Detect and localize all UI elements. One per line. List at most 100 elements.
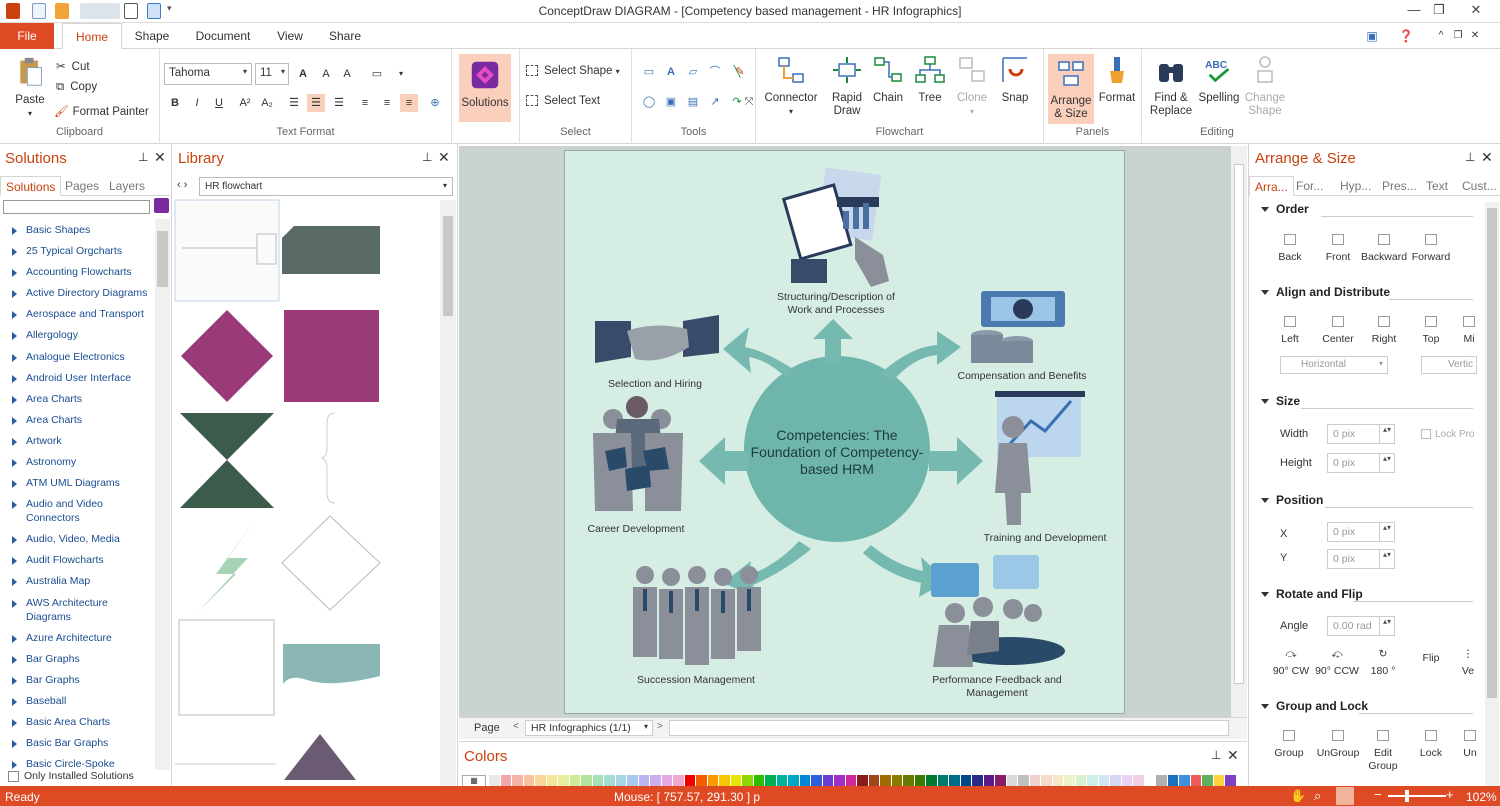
format-button[interactable]: Format (1096, 55, 1138, 105)
scrollbar-thumb[interactable] (443, 216, 453, 316)
maximize-button[interactable]: ❐ (1425, 2, 1453, 20)
pin-icon[interactable]: ⊥ (1211, 748, 1221, 762)
close-panel-icon[interactable]: ✕ (438, 149, 450, 166)
list-item[interactable]: Aerospace and Transport (0, 307, 155, 328)
group-button[interactable]: Group (1265, 730, 1313, 760)
list-item[interactable]: AWS Architecture Diagrams (0, 596, 115, 631)
list-item[interactable]: Area Charts (0, 413, 155, 434)
list-item[interactable]: Active Directory Diagrams (0, 286, 155, 307)
options-icon[interactable]: ▣ (1364, 23, 1380, 49)
solutions-search-input[interactable] (3, 200, 150, 214)
align-bottom-icon[interactable]: ≡ (400, 94, 418, 112)
unlock-button[interactable]: Un (1457, 730, 1483, 760)
list-item[interactable]: Australia Map (0, 574, 155, 595)
image-tool-icon[interactable]: ▣ (662, 93, 680, 111)
paste-button[interactable]: Paste ▾ (10, 57, 50, 120)
list-item[interactable]: 25 Typical Orgcharts (0, 244, 155, 265)
connector-button[interactable]: Connector ▾ (760, 55, 822, 118)
italic-icon[interactable]: I (188, 94, 206, 112)
scrollbar-thumb[interactable] (1487, 208, 1497, 698)
superscript-icon[interactable]: A² (236, 94, 254, 112)
list-item[interactable]: Bar Graphs (0, 652, 155, 673)
flip-button[interactable]: Flip (1407, 652, 1455, 665)
page-prev-icon[interactable]: < (513, 721, 519, 732)
arrange-scrollbar[interactable] (1485, 202, 1499, 786)
close-doc-icon[interactable]: ✕ (1468, 23, 1482, 49)
tab-view[interactable]: View (268, 23, 312, 49)
rotate-ccw-button[interactable]: ⤽ 90° CCW (1313, 648, 1361, 678)
bold-icon[interactable]: B (166, 94, 184, 112)
polyline-tool-icon[interactable]: ⌒ (706, 63, 724, 81)
callout-tool-icon[interactable]: ▱ (684, 63, 702, 81)
tab-home[interactable]: Home (62, 23, 122, 49)
spelling-button[interactable]: ABC Spelling (1196, 55, 1242, 105)
pan-hand-icon[interactable]: ✋ (1290, 788, 1306, 804)
section-order[interactable]: Order (1261, 202, 1309, 216)
lock-button[interactable]: Lock (1407, 730, 1455, 760)
close-panel-icon[interactable]: ✕ (1481, 149, 1493, 166)
align-center-icon[interactable]: ☰ (307, 94, 325, 112)
rapid-draw-button[interactable]: Rapid Draw (826, 55, 868, 118)
angle-input[interactable]: 0.00 rad (1327, 616, 1395, 636)
tree-button[interactable]: Tree (912, 55, 948, 105)
subtab-format[interactable]: For... (1291, 176, 1328, 196)
rotate-180-button[interactable]: ↻ 180 ° (1359, 648, 1407, 678)
pin-icon[interactable]: ⊥ (422, 150, 432, 164)
text-highlight-icon[interactable]: ▭ (368, 65, 386, 83)
minimize-button[interactable]: — (1400, 2, 1428, 20)
section-rotate[interactable]: Rotate and Flip (1261, 587, 1363, 601)
subtab-custom[interactable]: Cust... (1457, 176, 1500, 196)
ellipse-tool-icon[interactable]: ◯ (640, 93, 658, 111)
solutions-scrollbar[interactable] (155, 219, 170, 770)
flip-vertical-button[interactable]: ⋮ Ve (1455, 648, 1481, 678)
list-item[interactable]: Artwork (0, 434, 155, 455)
align-middle-button[interactable]: Mi (1459, 316, 1479, 346)
subtab-solutions[interactable]: Solutions (0, 176, 62, 196)
align-right-button[interactable]: Right (1357, 316, 1411, 346)
shrink-font-icon[interactable]: A (317, 65, 335, 83)
library-shapes[interactable] (172, 198, 440, 786)
page-next-icon[interactable]: > (657, 721, 663, 732)
list-item[interactable]: Audit Flowcharts (0, 553, 155, 574)
horizontal-scrollbar[interactable] (669, 720, 1229, 736)
subtab-pages[interactable]: Pages (60, 176, 104, 196)
list-item[interactable]: Basic Area Charts (0, 715, 155, 736)
copy-button[interactable]: ⧉ Copy (56, 81, 97, 94)
scrollbar-thumb[interactable] (157, 231, 168, 287)
section-position[interactable]: Position (1261, 493, 1323, 507)
zoom-fit-icon[interactable] (1336, 787, 1354, 805)
pen-tool-icon[interactable]: ✎ (731, 63, 749, 81)
select-text-button[interactable]: Select Text (526, 95, 600, 107)
list-item[interactable]: Accounting Flowcharts (0, 265, 155, 286)
pin-icon[interactable]: ⊥ (138, 150, 148, 164)
align-left-icon[interactable]: ☰ (285, 94, 303, 112)
height-input[interactable]: 0 pix (1327, 453, 1395, 473)
align-right-icon[interactable]: ☰ (330, 94, 348, 112)
text-direction-icon[interactable]: ⊕ (426, 94, 444, 112)
section-group[interactable]: Group and Lock (1261, 699, 1368, 713)
list-item[interactable]: Azure Architecture (0, 631, 155, 652)
cut-button[interactable]: ✂ Cut (56, 59, 90, 73)
list-item[interactable]: Basic Bar Graphs (0, 736, 155, 757)
section-size[interactable]: Size (1261, 394, 1300, 408)
solutions-button[interactable]: Solutions (459, 54, 511, 122)
close-panel-icon[interactable]: ✕ (154, 149, 166, 166)
pin-icon[interactable]: ⊥ (1465, 150, 1475, 164)
chain-button[interactable]: Chain (870, 55, 906, 105)
tab-document[interactable]: Document (188, 23, 258, 49)
only-installed-checkbox[interactable]: Only Installed Solutions (0, 770, 170, 786)
text-tool-icon[interactable]: A (662, 63, 680, 81)
clone-button[interactable]: Clone ▾ (952, 55, 992, 118)
distribute-vertical-select[interactable]: Vertic (1421, 356, 1477, 374)
select-shape-button[interactable]: Select Shape ▾ (526, 65, 620, 77)
y-position-input[interactable]: 0 pix (1327, 549, 1395, 569)
align-middle-icon[interactable]: ≡ (378, 94, 396, 112)
align-top-button[interactable]: Top (1405, 316, 1457, 346)
zoom-in-icon[interactable]: + (1446, 787, 1454, 802)
canvas-scrollbar[interactable] (1231, 146, 1247, 717)
rectangle-tool-icon[interactable]: ▭ (640, 63, 658, 81)
page-select[interactable]: HR Infographics (1/1) ▾ (525, 720, 653, 736)
x-position-input[interactable]: 0 pix (1327, 522, 1395, 542)
forward-button[interactable]: Forward (1405, 234, 1457, 264)
ungroup-button[interactable]: UnGroup (1311, 730, 1365, 760)
